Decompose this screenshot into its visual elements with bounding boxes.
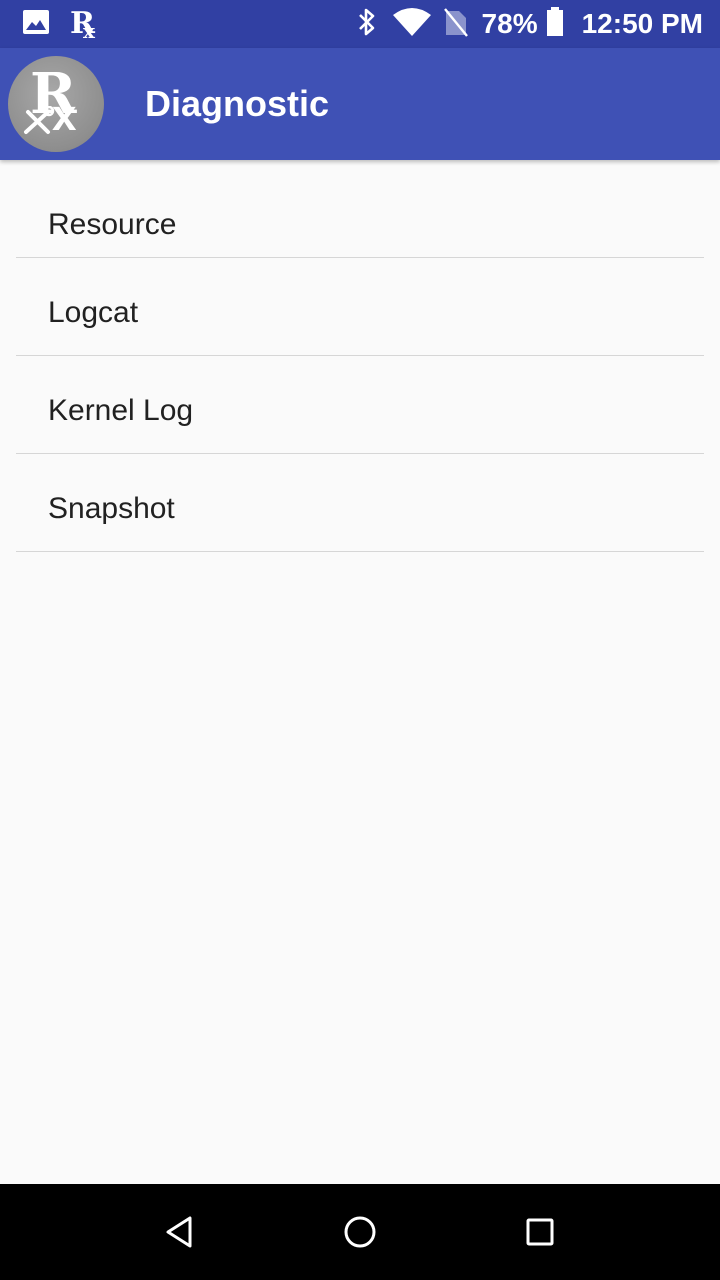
status-bar: Rx 78% 12:50 PM	[0, 0, 720, 48]
tools-icon	[24, 106, 55, 134]
wifi-icon	[392, 7, 432, 42]
navigation-bar	[0, 1184, 720, 1280]
menu-item-label: Snapshot	[48, 492, 175, 525]
clock: 12:50 PM	[581, 8, 703, 39]
bluetooth-icon	[356, 7, 378, 42]
home-icon[interactable]	[338, 1210, 382, 1254]
app-logo: R x	[8, 56, 104, 152]
battery-percent: 78%	[481, 8, 538, 39]
menu-item-label: Kernel Log	[48, 394, 194, 427]
menu-item-label: Logcat	[48, 296, 139, 329]
menu-item-logcat[interactable]: Logcat	[16, 258, 704, 356]
no-sim-icon	[443, 7, 468, 42]
menu-item-label: Resource	[48, 208, 177, 241]
page-title: Diagnostic	[145, 83, 330, 124]
image-icon	[22, 9, 50, 40]
diagnostic-menu-list: Resource Logcat Kernel Log Snapshot	[0, 160, 720, 552]
app-bar: R x Diagnostic	[0, 48, 720, 160]
menu-item-resource[interactable]: Resource	[16, 160, 704, 258]
back-icon[interactable]	[158, 1210, 202, 1254]
status-right: 78% 12:50 PM	[356, 0, 703, 48]
menu-item-snapshot[interactable]: Snapshot	[16, 454, 704, 552]
status-left: Rx	[22, 0, 98, 48]
menu-item-kernel-log[interactable]: Kernel Log	[16, 356, 704, 454]
rx-icon: Rx	[70, 6, 95, 43]
recents-icon[interactable]	[518, 1210, 562, 1254]
battery-icon	[546, 6, 564, 42]
